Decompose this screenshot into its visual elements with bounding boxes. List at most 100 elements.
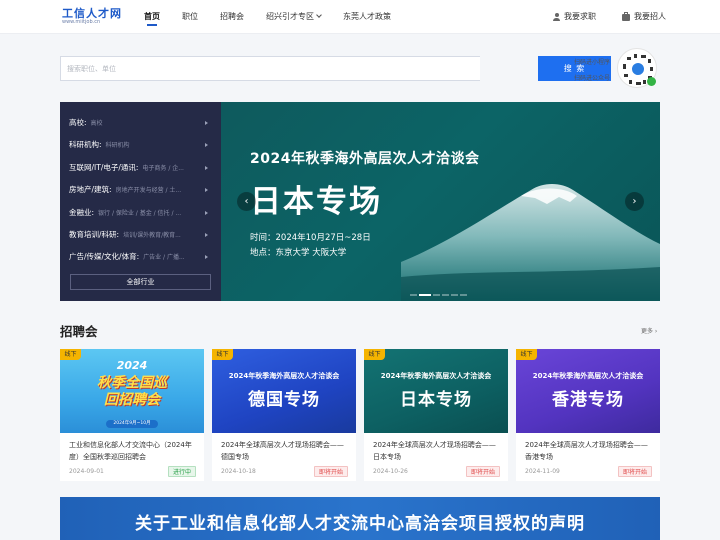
carousel-dot[interactable] [451,294,458,296]
chevron-down-icon [316,12,322,18]
logo-sub-text: www.miitjob.cn [62,19,101,25]
status-badge: 即将开始 [313,466,348,477]
nav-job-fairs[interactable]: 招聘会 [220,0,244,34]
carousel-dot[interactable] [433,294,440,296]
card-image: 2024年秋季海外高层次人才洽谈会 德国专场 [212,349,356,433]
category-sub: 培训/课外教育/教育... [123,232,181,239]
category-name: 教育培训/科研: [69,230,120,239]
job-fair-card[interactable]: 2024年秋季海外高层次人才洽谈会 德国专场 线下 2024年全球高层次人才现场… [212,349,356,481]
more-link[interactable]: 更多 › [641,326,657,335]
offline-tag: 线下 [212,349,233,360]
nav-shaoxing-zone[interactable]: 绍兴引才专区 [266,0,322,34]
category-name: 广告/传媒/文化/体育: [69,252,140,261]
recruiter-link[interactable]: 我要招人 [622,0,666,34]
offline-tag: 线下 [516,349,537,360]
nav-dongguan-policy[interactable]: 东莞人才政策 [343,0,391,34]
category-item[interactable]: 高校: 高校 [60,112,221,134]
nav-shaoxing-label: 绍兴引才专区 [266,12,314,21]
card-image: 2024年秋季海外高层次人才洽谈会 日本专场 [364,349,508,433]
chevron-right-icon [205,211,208,215]
nav-jobs[interactable]: 职位 [182,0,198,34]
chevron-right-icon [205,188,208,192]
category-item[interactable]: 教育培训/科研: 培训/课外教育/教育... [60,224,221,246]
recruiter-label: 我要招人 [634,12,666,21]
category-sub: 房地产开发与经营 / 土... [115,187,182,194]
category-sub: 银行 / 保险业 / 基金 / 信托 / ... [98,210,182,217]
card-image-subtitle: 2024年秋季海外高层次人才洽谈会 [380,372,492,380]
carousel-dot[interactable] [442,294,449,296]
card-date: 2024-10-18 [221,468,256,475]
card-image-title: 秋季全国巡回招聘会 [97,375,167,408]
search-bar: 搜 索 [60,56,611,81]
carousel-dots [410,294,469,296]
card-image: 2024年秋季海外高层次人才洽谈会 香港专场 [516,349,660,433]
card-date: 2024-10-26 [373,468,408,475]
hero-banner[interactable]: 2024年秋季海外高层次人才洽谈会 日本专场 时间：2024年10月27日~28… [221,102,660,301]
carousel-dot[interactable] [410,294,417,296]
banner-next-arrow-icon[interactable]: › [625,192,644,211]
banner-place: 地点：东京大学 大阪大学 [250,248,347,258]
banner-time: 时间：2024年10月27日~28日 [250,233,371,243]
chevron-right-icon [205,255,208,259]
official-account-label: 扫码进公众号 [574,75,611,82]
offline-tag: 线下 [60,349,81,360]
card-image-title: 德国专场 [248,390,320,410]
category-sub: 科研机构 [105,142,130,149]
mini-program-label: 扫码进小程序 [574,59,611,66]
card-title: 2024年全球高层次人才现场招聘会——香港专场 [525,441,648,461]
logo-main-text: 工信人才网 [62,7,122,20]
status-badge: 进行中 [167,466,196,477]
carousel-dot[interactable] [460,294,467,296]
briefcase-icon [622,11,630,21]
category-item[interactable]: 科研机构: 科研机构 [60,134,221,156]
all-industries-button[interactable]: 全部行业 [70,274,211,290]
category-name: 金融业: [69,208,95,217]
category-name: 房地产/建筑: [69,185,112,194]
qr-labels: 扫码进小程序 扫码进公众号 [574,55,610,87]
main-nav: 首页 职位 招聘会 绍兴引才专区 东莞人才政策 [144,0,413,34]
chevron-right-icon [205,233,208,237]
card-date: 2024-11-09 [525,468,560,475]
card-image-subtitle: 2024年秋季海外高层次人才洽谈会 [532,372,644,380]
person-icon [553,13,560,21]
job-seeker-label: 我要求职 [564,12,596,21]
card-title: 工业和信息化部人才交流中心（2024年度）全国秋季巡回招聘会 [69,441,192,461]
banner-headline: 日本专场 [250,184,382,220]
job-fair-card[interactable]: 2024年秋季海外高层次人才洽谈会 香港专场 线下 2024年全球高层次人才现场… [516,349,660,481]
chevron-right-icon [205,143,208,147]
chevron-right-icon [205,166,208,170]
card-image-date: 2024年9月~10月 [106,420,158,428]
card-date: 2024-09-01 [69,468,104,475]
card-image-title: 香港专场 [552,390,624,410]
card-image-subtitle: 2024年秋季海外高层次人才洽谈会 [228,372,340,380]
card-image: 2024 秋季全国巡回招聘会 2024年9月~10月 [60,349,204,433]
banner-prev-arrow-icon[interactable]: ‹ [237,192,256,211]
announcement-banner[interactable]: 关于工业和信息化部人才交流中心高洽会项目授权的声明 [60,497,660,540]
site-logo[interactable]: 工信人才网 www.miitjob.cn [62,8,122,26]
category-name: 高校: [69,118,87,127]
more-label: 更多 [641,328,654,335]
search-input[interactable] [60,56,480,81]
job-seeker-link[interactable]: 我要求职 [553,0,596,34]
card-image-title: 日本专场 [400,390,472,410]
announcement-text: 关于工业和信息化部人才交流中心高洽会项目授权的声明 [135,514,585,534]
top-header: 工信人才网 www.miitjob.cn 首页 职位 招聘会 绍兴引才专区 东莞… [0,0,720,34]
status-badge: 即将开始 [617,466,652,477]
category-item[interactable]: 房地产/建筑: 房地产开发与经营 / 土... [60,179,221,201]
category-item[interactable]: 互联网/IT/电子/通讯: 电子商务 / 企... [60,157,221,179]
job-fair-card[interactable]: 2024 秋季全国巡回招聘会 2024年9月~10月 线下 工业和信息化部人才交… [60,349,204,481]
status-badge: 即将开始 [465,466,500,477]
card-title: 2024年全球高层次人才现场招聘会——日本专场 [373,441,496,461]
nav-home[interactable]: 首页 [144,0,160,34]
carousel-dot-active[interactable] [419,294,431,296]
category-sub: 电子商务 / 企... [142,165,184,172]
category-item[interactable]: 金融业: 银行 / 保险业 / 基金 / 信托 / ... [60,202,221,224]
card-title: 2024年全球高层次人才现场招聘会——德国专场 [221,441,344,461]
category-item[interactable]: 广告/传媒/文化/体育: 广告业 / 广播... [60,246,221,268]
banner-title: 2024年秋季海外高层次人才洽谈会 [250,151,480,167]
category-sub: 高校 [90,120,103,127]
category-sub: 广告业 / 广播... [143,254,185,261]
job-fair-card[interactable]: 2024年秋季海外高层次人才洽谈会 日本专场 线下 2024年全球高层次人才现场… [364,349,508,481]
category-panel: 高校: 高校 科研机构: 科研机构 互联网/IT/电子/通讯: 电子商务 / 企...… [60,102,221,301]
card-image-year: 2024 [116,359,148,372]
